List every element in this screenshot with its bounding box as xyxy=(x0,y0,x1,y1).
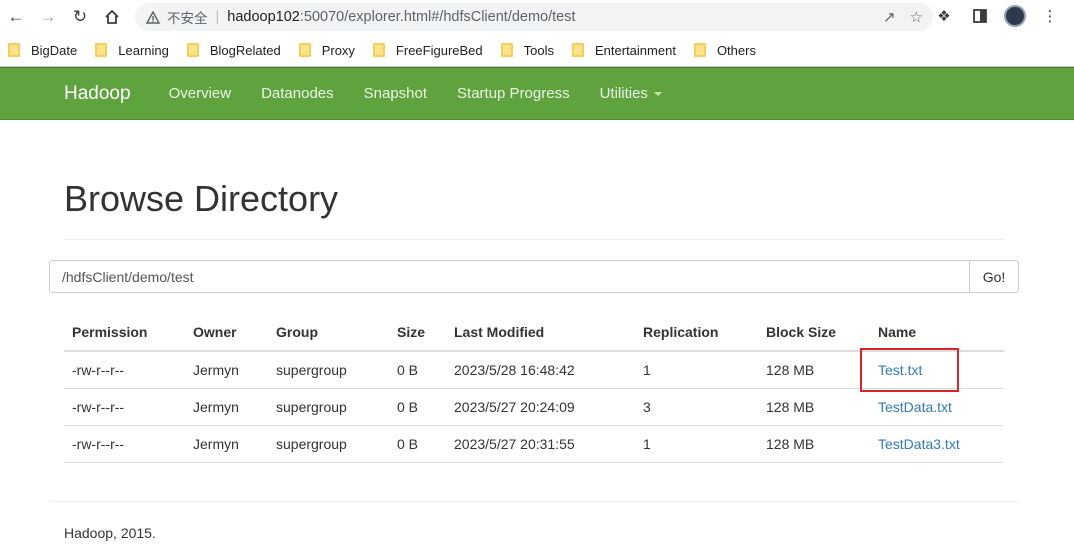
nav-utilities-dropdown[interactable]: Utilities xyxy=(600,85,662,102)
header-last-modified[interactable]: Last Modified xyxy=(446,313,635,352)
cell-replication[interactable]: 1 xyxy=(635,425,758,463)
header-replication[interactable]: Replication xyxy=(635,313,758,352)
share-icon[interactable]: ↗ xyxy=(883,8,896,26)
bookmark-star-icon[interactable]: ☆ xyxy=(910,8,923,26)
bookmark-label: Others xyxy=(716,42,756,58)
more-menu-icon[interactable]: ⋮ xyxy=(1038,4,1062,28)
cell-permission[interactable]: -rw-r--r-- xyxy=(64,351,185,389)
insecure-label: 不安全 xyxy=(167,11,208,27)
directory-form: /hdfsClient/demo/test Go! xyxy=(49,260,1019,293)
omnibox-divider: | xyxy=(215,9,220,25)
nav-overview[interactable]: Overview xyxy=(169,85,232,102)
folder-icon xyxy=(8,43,20,57)
url-path: :50070/explorer.html#/hdfsClient/demo/te… xyxy=(299,9,576,25)
folder-icon xyxy=(572,43,584,57)
cell-last-modified: 2023/5/28 16:48:42 xyxy=(446,351,635,389)
bookmark-folder[interactable]: BlogRelated xyxy=(186,42,281,58)
bookmark-label: Learning xyxy=(118,42,169,58)
nav-datanodes[interactable]: Datanodes xyxy=(261,85,334,102)
bookmark-label: BlogRelated xyxy=(209,42,281,58)
cell-owner: Jermyn xyxy=(185,425,268,463)
back-arrow-icon[interactable]: ← xyxy=(3,4,29,30)
go-button[interactable]: Go! xyxy=(969,260,1019,293)
cell-block-size: 128 MB xyxy=(758,425,870,463)
forward-arrow-icon[interactable]: → xyxy=(35,4,61,30)
folder-icon xyxy=(372,43,385,57)
extensions-puzzle-icon[interactable]: ❖ xyxy=(932,4,956,28)
bookmark-label: BigDate xyxy=(31,42,78,58)
file-link[interactable]: TestData.txt xyxy=(878,399,952,415)
cell-owner: Jermyn xyxy=(185,351,268,389)
hadoop-navbar: Hadoop Overview Datanodes Snapshot Start… xyxy=(0,67,1074,120)
cell-group: supergroup xyxy=(268,388,389,426)
bookmark-label: Proxy xyxy=(321,42,355,58)
bookmark-folder[interactable]: Proxy xyxy=(298,42,355,58)
bookmarks-bar: BigDate Learning BlogRelated Proxy FreeF… xyxy=(0,34,1074,67)
header-group[interactable]: Group xyxy=(268,313,389,352)
cell-group: supergroup xyxy=(268,425,389,463)
cell-block-size: 128 MB xyxy=(758,388,870,426)
title-divider xyxy=(64,239,1004,240)
bookmark-folder[interactable]: Entertainment xyxy=(572,43,676,58)
cell-group: supergroup xyxy=(268,351,389,389)
cell-last-modified: 2023/5/27 20:24:09 xyxy=(446,388,635,426)
cell-replication[interactable]: 1 xyxy=(635,351,758,389)
header-permission[interactable]: Permission xyxy=(64,313,185,352)
nav-utilities-label: Utilities xyxy=(599,85,648,102)
profile-avatar[interactable] xyxy=(1004,5,1026,27)
header-size[interactable]: Size xyxy=(389,313,446,352)
address-bar[interactable]: 不安全 | hadoop102:50070/explorer.html#/hdf… xyxy=(135,3,933,31)
cell-size: 0 B xyxy=(389,351,446,389)
folder-icon xyxy=(186,43,199,57)
nav-snapshot[interactable]: Snapshot xyxy=(364,85,427,102)
cell-block-size: 128 MB xyxy=(758,351,870,389)
table-row: -rw-r--r-- Jermyn supergroup 0 B 2023/5/… xyxy=(64,425,1004,463)
cell-owner: Jermyn xyxy=(185,388,268,426)
bookmark-folder[interactable]: FreeFigureBed xyxy=(372,42,483,58)
folder-icon xyxy=(693,43,706,57)
annotation-highlight-box xyxy=(860,348,959,392)
footer-text: Hadoop, 2015. xyxy=(64,525,156,541)
bookmark-folder[interactable]: Others xyxy=(693,42,756,58)
header-owner[interactable]: Owner xyxy=(185,313,268,352)
bookmark-folder[interactable]: Tools xyxy=(500,42,554,58)
folder-icon xyxy=(95,43,108,57)
bookmark-label: Entertainment xyxy=(595,42,676,58)
table-row: -rw-r--r-- Jermyn supergroup 0 B 2023/5/… xyxy=(64,388,1004,426)
main-content: Browse Directory /hdfsClient/demo/test G… xyxy=(0,120,1074,543)
cell-name: TestData.txt xyxy=(870,388,1004,426)
folder-icon xyxy=(298,43,311,57)
cell-permission[interactable]: -rw-r--r-- xyxy=(64,425,185,463)
folder-icon xyxy=(500,43,513,57)
cell-permission[interactable]: -rw-r--r-- xyxy=(64,388,185,426)
footer-divider xyxy=(49,501,1019,502)
cell-last-modified: 2023/5/27 20:31:55 xyxy=(446,425,635,463)
file-link[interactable]: TestData3.txt xyxy=(878,436,960,452)
directory-path-input[interactable]: /hdfsClient/demo/test xyxy=(49,260,969,293)
brand-link[interactable]: Hadoop xyxy=(64,83,131,105)
caret-down-icon xyxy=(653,92,662,97)
cell-name: TestData3.txt xyxy=(870,425,1004,463)
bookmark-folder[interactable]: BigDate xyxy=(8,43,77,58)
table-header-row: Permission Owner Group Size Last Modifie… xyxy=(64,313,1004,352)
cell-replication[interactable]: 3 xyxy=(635,388,758,426)
header-name[interactable]: Name xyxy=(870,313,1004,352)
bookmark-label: Tools xyxy=(523,42,554,58)
reload-icon[interactable]: ↻ xyxy=(67,4,93,30)
cell-size: 0 B xyxy=(389,425,446,463)
side-panel-icon[interactable] xyxy=(968,4,992,28)
bookmark-label: FreeFigureBed xyxy=(395,42,483,58)
page-title: Browse Directory xyxy=(64,178,339,219)
home-icon[interactable] xyxy=(99,4,125,30)
header-block-size[interactable]: Block Size xyxy=(758,313,870,352)
browser-toolbar: ← → ↻ 不安全 | hadoop102:50070/explorer.htm… xyxy=(0,0,1074,34)
bookmark-folder[interactable]: Learning xyxy=(95,43,169,58)
url-host: hadoop102 xyxy=(227,9,300,25)
nav-startup-progress[interactable]: Startup Progress xyxy=(457,85,570,102)
warning-icon xyxy=(145,9,161,25)
cell-size: 0 B xyxy=(389,388,446,426)
